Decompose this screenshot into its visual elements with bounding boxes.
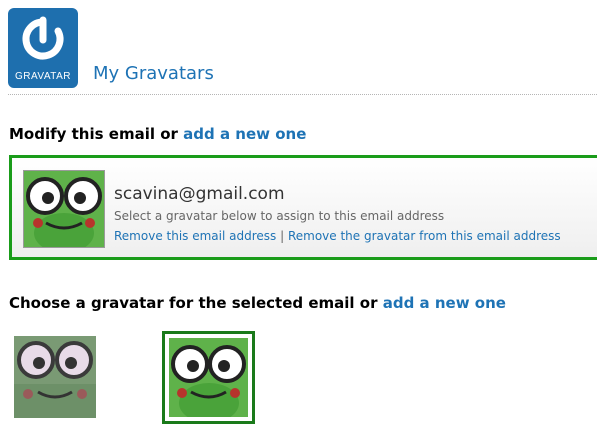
add-new-gravatar-link[interactable]: add a new one [383,294,506,312]
gravatar-option-1[interactable] [14,336,96,418]
selected-email-panel: scavina@gmail.com Select a gravatar belo… [9,155,597,260]
choose-heading-text: Choose a gravatar for the selected email… [9,294,383,312]
choose-gravatar-heading: Choose a gravatar for the selected email… [9,294,506,312]
pixelated-frog-avatar-image [14,336,96,418]
gravatar-logo[interactable]: GRAVATAR [8,8,78,88]
gravatar-g-icon [22,16,64,60]
gravatar-option-2-selected[interactable] [162,331,255,424]
selected-avatar-frame [169,338,248,417]
modify-email-heading: Modify this email or add a new one [9,125,306,143]
actions-separator: | [276,229,288,243]
add-new-email-link[interactable]: add a new one [183,125,306,143]
current-avatar [23,170,105,248]
modify-heading-text: Modify this email or [9,125,184,143]
remove-gravatar-link[interactable]: Remove the gravatar from this email addr… [288,229,561,243]
header-divider [8,94,597,95]
email-actions: Remove this email address | Remove the g… [114,229,561,243]
remove-email-link[interactable]: Remove this email address [114,229,276,243]
email-address: scavina@gmail.com [114,184,285,204]
page-title: My Gravatars [93,63,214,84]
email-hint-text: Select a gravatar below to assign to thi… [114,209,445,223]
frog-avatar-image [24,171,104,247]
logo-text: GRAVATAR [14,71,72,82]
frog-avatar-image [169,338,248,417]
